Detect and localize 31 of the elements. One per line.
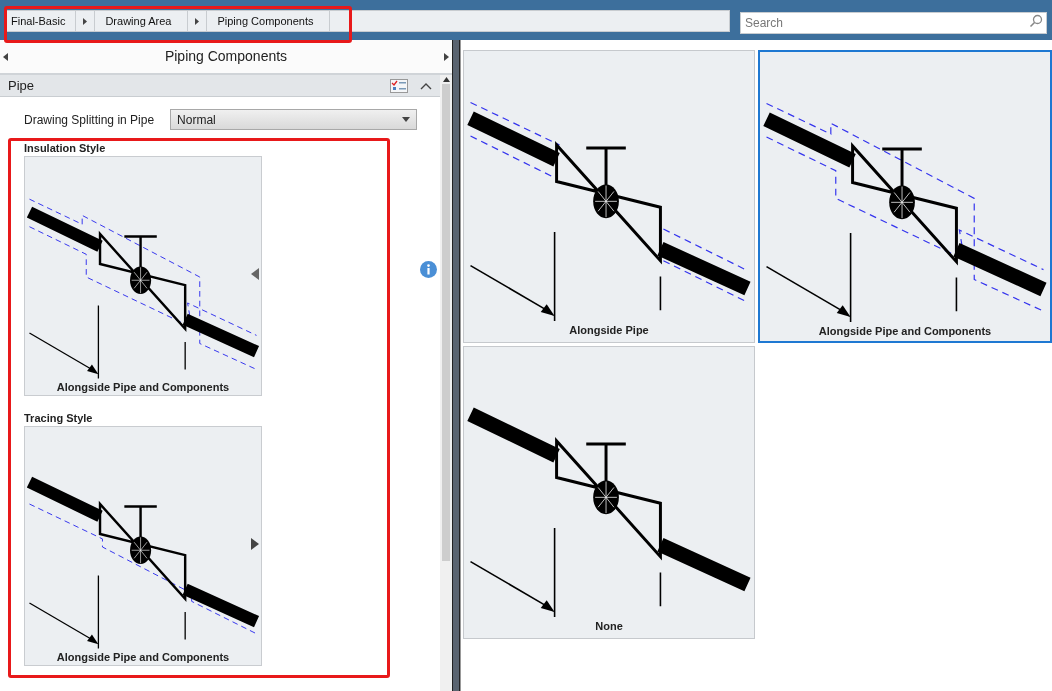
checklist-icon[interactable]	[390, 78, 408, 93]
breadcrumb-item[interactable]: Piping Components	[207, 11, 331, 31]
option-caption: Alongside Pipe and Components	[56, 650, 230, 664]
breadcrumb-item[interactable]: Drawing Area	[95, 11, 189, 31]
search-field[interactable]: Search	[740, 12, 1047, 34]
breadcrumb-item[interactable]: Final-Basic	[6, 11, 77, 31]
style-label: Tracing Style	[24, 411, 94, 426]
style-preview[interactable]: Alongside Pipe and Components	[24, 156, 262, 396]
style-option-tile[interactable]: Alongside Pipe	[463, 50, 755, 343]
section-title: Pipe	[8, 76, 36, 95]
info-icon[interactable]	[420, 261, 437, 278]
expand-arrow-icon[interactable]	[251, 538, 259, 550]
separator-arrow-icon[interactable]	[195, 17, 200, 25]
scroll-left-icon[interactable]	[3, 52, 8, 61]
style-option-tile[interactable]: None	[463, 346, 755, 639]
style-preview[interactable]: Alongside Pipe and Components	[24, 426, 262, 666]
section-header[interactable]: Pipe	[0, 75, 440, 97]
option-caption: Alongside Pipe and Components	[56, 380, 230, 394]
collapse-icon[interactable]	[420, 81, 432, 90]
splitting-dropdown[interactable]: Normal	[170, 109, 418, 130]
separator-arrow-icon[interactable]	[83, 17, 88, 25]
scroll-up-icon[interactable]	[442, 77, 450, 82]
search-icon[interactable]	[1029, 14, 1043, 28]
style-option-tile[interactable]: Alongside Pipe and Components	[758, 50, 1052, 343]
scroll-right-icon[interactable]	[444, 52, 449, 61]
dropdown-arrow-icon	[402, 117, 411, 122]
collapse-arrow-icon[interactable]	[251, 268, 259, 280]
field-label: Drawing Splitting in Pipe	[24, 111, 155, 129]
scrollbar[interactable]	[440, 75, 452, 691]
style-label: Insulation Style	[24, 141, 107, 156]
panel-title: Piping Components	[163, 47, 289, 66]
